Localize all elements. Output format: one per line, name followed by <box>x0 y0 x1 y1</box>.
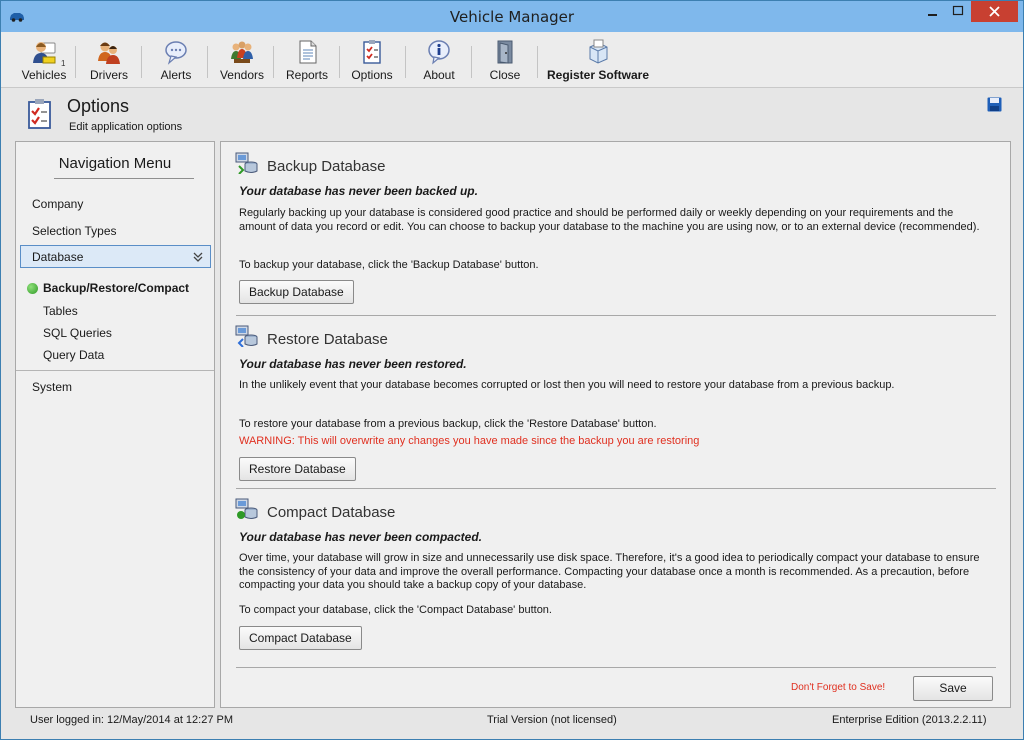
database-backup-icon <box>235 152 258 174</box>
alerts-button[interactable]: Alerts <box>153 37 199 85</box>
active-indicator-icon <box>27 283 38 294</box>
backup-description: Regularly backing up your database is co… <box>239 207 980 233</box>
database-compact-icon <box>235 498 258 519</box>
page-title: Options <box>67 96 130 116</box>
checklist-icon <box>28 99 51 129</box>
close-icon <box>989 6 1000 17</box>
compact-status-text: Your database has never been compacted. <box>239 530 482 544</box>
info-icon <box>428 40 450 65</box>
nav-subitem-sql-queries[interactable]: SQL Queries <box>43 326 112 340</box>
about-button[interactable]: About <box>417 37 461 85</box>
register-box-icon <box>589 39 608 64</box>
backup-instruction: To backup your database, click the 'Back… <box>239 259 539 271</box>
compact-description: Over time, your database will grow in si… <box>239 552 980 591</box>
toolbar-separator <box>405 46 406 78</box>
report-document-icon <box>299 40 317 64</box>
restore-section-title: Restore Database <box>267 331 388 348</box>
toolbar-separator <box>141 46 142 78</box>
status-bar: User logged in: 12/May/2014 at 12:27 PM … <box>1 711 1023 731</box>
nav-subitem-query-data[interactable]: Query Data <box>43 348 104 362</box>
restore-status-text: Your database has never been restored. <box>239 357 467 371</box>
window-title: Vehicle Manager <box>449 8 575 26</box>
vehicles-label: Vehicles <box>21 68 67 82</box>
checklist-icon <box>363 40 381 64</box>
vendors-button[interactable]: Vendors <box>217 37 267 85</box>
vendors-label: Vendors <box>219 68 265 82</box>
toolbar-separator <box>471 46 472 78</box>
vehicles-badge: 1 <box>61 59 66 68</box>
toolbar-separator <box>75 46 76 78</box>
page-header: Options Edit application options <box>1 89 1023 139</box>
app-window: Vehicle Manager 1 Vehicles Drivers Alert… <box>0 0 1024 740</box>
options-content: Backup Database Your database has never … <box>220 141 1011 708</box>
page-subtitle: Edit application options <box>69 121 183 133</box>
close-button[interactable]: Close <box>483 37 527 85</box>
nav-divider <box>16 370 214 371</box>
double-chevron-down-icon <box>193 252 203 262</box>
toolbar-separator <box>339 46 340 78</box>
maximize-icon <box>952 5 964 16</box>
save-disk-icon[interactable] <box>987 97 1002 112</box>
nav-subitem-backup-restore-compact[interactable]: Backup/Restore/Compact <box>43 281 189 295</box>
save-reminder-text: Don't Forget to Save! <box>791 682 886 693</box>
backup-status-text: Your database has never been backed up. <box>239 184 478 198</box>
maximize-button[interactable] <box>945 1 971 22</box>
options-label: Options <box>351 68 393 82</box>
exit-door-icon <box>497 40 513 64</box>
minimize-button[interactable] <box>919 1 945 22</box>
status-edition: Enterprise Edition (2013.2.2.11) <box>832 714 987 726</box>
reports-button[interactable]: Reports <box>283 37 331 85</box>
drivers-button[interactable]: Drivers <box>85 37 133 85</box>
options-button[interactable]: Options <box>349 37 395 85</box>
restore-description: In the unlikely event that your database… <box>239 379 895 391</box>
section-divider <box>236 488 996 489</box>
vehicles-button[interactable]: 1 Vehicles <box>19 37 69 85</box>
nav-subitem-tables[interactable]: Tables <box>43 304 78 318</box>
alerts-label: Alerts <box>160 68 192 82</box>
register-software-label: Register Software <box>546 68 650 82</box>
nav-item-system[interactable]: System <box>32 380 72 394</box>
compact-database-button[interactable]: Compact Database <box>239 626 362 650</box>
nav-item-company[interactable]: Company <box>32 197 83 211</box>
nav-item-selection-types[interactable]: Selection Types <box>32 224 117 238</box>
restore-instruction: To restore your database from a previous… <box>239 418 657 430</box>
navigation-title-underline <box>54 178 194 179</box>
about-label: About <box>423 68 455 82</box>
vendors-icon <box>231 41 253 63</box>
toolbar-separator <box>207 46 208 78</box>
compact-instruction: To compact your database, click the 'Com… <box>239 604 552 616</box>
database-restore-icon <box>235 325 258 347</box>
toolbar-separator <box>537 46 538 78</box>
backup-database-button[interactable]: Backup Database <box>239 280 354 304</box>
navigation-title: Navigation Menu <box>58 155 172 172</box>
nav-item-database[interactable]: Database <box>20 245 211 268</box>
drivers-icon <box>98 42 120 64</box>
toolbar-separator <box>273 46 274 78</box>
backup-section-title: Backup Database <box>267 158 386 175</box>
main-toolbar: 1 Vehicles Drivers Alerts Vendors Report… <box>1 32 1023 88</box>
close-window-button[interactable] <box>971 1 1018 22</box>
nav-item-database-label: Database <box>32 250 84 264</box>
section-divider <box>236 667 996 668</box>
close-label: Close <box>489 68 521 82</box>
register-software-button[interactable]: Register Software <box>545 37 651 85</box>
title-bar: Vehicle Manager <box>1 1 1023 32</box>
minimize-icon <box>928 14 937 16</box>
restore-database-button[interactable]: Restore Database <box>239 457 356 481</box>
section-divider <box>236 315 996 316</box>
status-license: Trial Version (not licensed) <box>487 714 617 726</box>
reports-label: Reports <box>285 68 329 82</box>
restore-warning-text: WARNING: This will overwrite any changes… <box>239 435 700 447</box>
navigation-menu: Navigation Menu Company Selection Types … <box>15 141 215 708</box>
vehicles-icon <box>33 42 56 64</box>
compact-section-title: Compact Database <box>267 504 396 521</box>
status-user-logged-in: User logged in: 12/May/2014 at 12:27 PM <box>30 714 234 726</box>
speech-bubble-icon <box>165 41 187 65</box>
drivers-label: Drivers <box>90 68 128 82</box>
save-button[interactable]: Save <box>913 676 993 701</box>
